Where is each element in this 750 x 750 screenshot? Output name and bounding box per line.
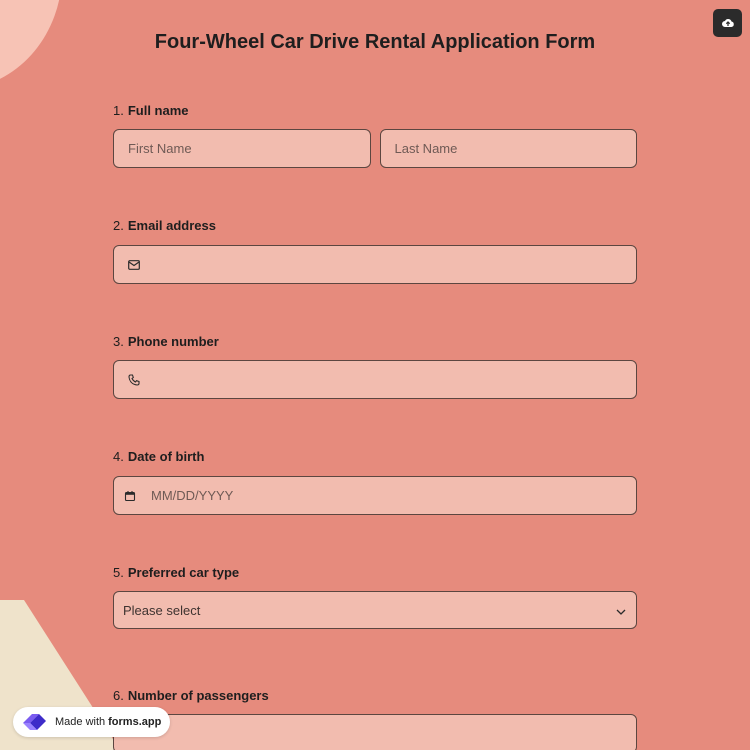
question-label: 5. Preferred car type xyxy=(113,565,240,580)
question-label: 4. Date of birth xyxy=(113,449,205,464)
cloud-upload-icon xyxy=(721,19,734,27)
badge-prefix: Made with xyxy=(55,716,106,728)
forms-app-logo-icon xyxy=(23,714,46,730)
question-car-type: 5. Preferred car type Please select xyxy=(113,565,637,629)
background-blob-top xyxy=(0,0,91,115)
phone-icon xyxy=(128,373,142,387)
badge-brand: forms.app xyxy=(108,716,162,728)
date-placeholder: MM/DD/YYYY xyxy=(151,488,234,503)
select-value: Please select xyxy=(123,602,201,618)
question-label: 6. Number of passengers xyxy=(113,688,269,703)
question-phone: 3. Phone number xyxy=(113,334,637,399)
car-type-select[interactable]: Please select xyxy=(113,591,637,629)
envelope-icon xyxy=(128,258,142,272)
date-of-birth-field[interactable]: MM/DD/YYYY xyxy=(113,476,637,515)
question-label: 3. Phone number xyxy=(113,334,219,349)
form-title: Four-Wheel Car Drive Rental Application … xyxy=(154,31,596,53)
question-date-of-birth: 4. Date of birth MM/DD/YYYY xyxy=(113,449,637,515)
question-full-name: 1. Full name First Name Last Name xyxy=(113,103,637,168)
last-name-input[interactable]: Last Name xyxy=(379,129,637,168)
question-label: 1. Full name xyxy=(113,103,189,118)
phone-field[interactable] xyxy=(113,360,637,399)
email-field[interactable] xyxy=(113,245,637,284)
question-passengers: 6. Number of passengers xyxy=(113,688,637,750)
calendar-icon xyxy=(124,489,138,503)
question-email: 2. Email address xyxy=(113,218,637,284)
passengers-field[interactable] xyxy=(113,714,637,750)
chevron-down-icon xyxy=(616,603,626,618)
made-with-badge[interactable]: Made with forms.app xyxy=(13,707,170,737)
first-name-input[interactable]: First Name xyxy=(113,129,371,168)
question-label: 2. Email address xyxy=(113,218,216,233)
